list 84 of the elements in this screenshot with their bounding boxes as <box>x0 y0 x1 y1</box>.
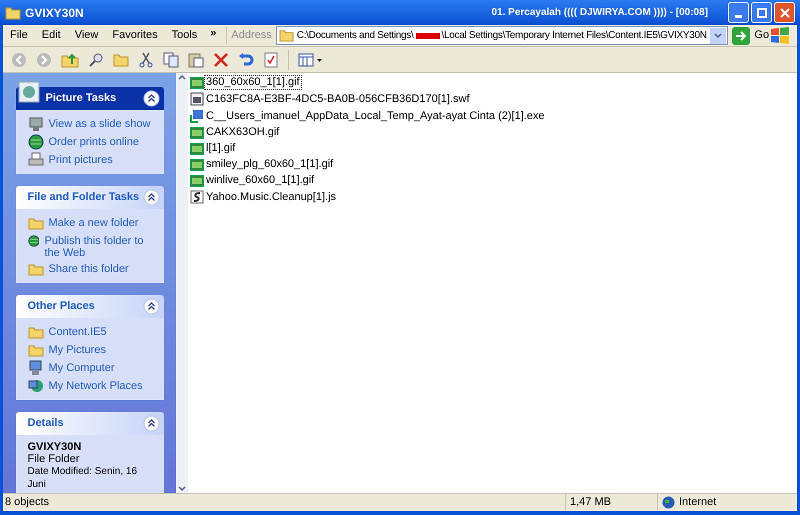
folder-icon <box>278 29 294 42</box>
dropdown-icon <box>714 33 722 38</box>
window-title: GVIXY30N <box>25 4 84 22</box>
file-name[interactable]: C__Users_imanuel_AppData_Local_Temp_Ayat-ayat Cinta (2)[1].exe <box>205 110 546 122</box>
minimize-icon <box>735 15 742 18</box>
collapse-icon[interactable] <box>142 189 160 206</box>
gif-file-icon <box>190 126 204 138</box>
now-playing-text: 01. Percayalah (((( DJWIRYA.COM )))) - [00:08] <box>491 6 708 20</box>
windows-logo-icon <box>769 26 791 46</box>
task-link[interactable]: Print pictures <box>48 152 113 166</box>
file-name[interactable]: l[1].gif <box>205 142 236 155</box>
globe-icon <box>662 496 675 509</box>
task-link[interactable]: Content.IE5 <box>48 324 107 338</box>
menu-overflow[interactable]: » <box>204 25 222 42</box>
file-name[interactable]: 360_60x60_1[1].gif <box>205 76 301 89</box>
panel-title[interactable]: File and Folder Tasks <box>28 189 140 206</box>
globe-icon <box>28 134 44 150</box>
collapse-icon[interactable] <box>142 90 160 107</box>
printer-icon <box>28 152 44 168</box>
paste-icon[interactable] <box>188 52 204 68</box>
file-name[interactable]: C163FC8A-E3BF-4DC5-BA0B-056CFB36D170[1].swf <box>205 92 471 106</box>
task-link[interactable]: My Pictures <box>48 342 106 356</box>
gif-file-icon <box>190 158 204 170</box>
cut-icon[interactable] <box>138 52 154 68</box>
collapse-icon[interactable] <box>142 415 160 432</box>
folder-icon <box>5 6 21 20</box>
undo-icon[interactable] <box>238 52 254 68</box>
zone-label: Internet <box>679 495 716 510</box>
task-link[interactable]: Make a new folder <box>48 215 138 229</box>
task-link[interactable]: Share this folder <box>48 261 129 275</box>
properties-icon[interactable] <box>263 52 279 68</box>
task-link[interactable]: My Network Places <box>48 378 143 392</box>
panel-title[interactable]: Other Places <box>28 298 95 315</box>
collapse-icon[interactable] <box>142 298 160 315</box>
details-type: File Folder <box>28 453 80 465</box>
application-icon <box>190 109 204 123</box>
panel-title[interactable]: Details <box>28 415 64 432</box>
monitor-icon <box>28 116 44 132</box>
go-button[interactable]: Go <box>732 26 770 44</box>
menu-item[interactable]: View <box>68 27 106 44</box>
menu-item[interactable]: File <box>3 27 35 44</box>
redaction-mark <box>416 32 440 38</box>
dropdown-button[interactable] <box>710 28 726 44</box>
network-icon <box>28 378 44 394</box>
panel-title[interactable]: Picture Tasks <box>46 90 116 107</box>
close-icon <box>780 8 790 18</box>
globe-icon <box>28 233 40 249</box>
address-text: C:\Documents and Settings\ <box>296 29 414 43</box>
scroll-bar[interactable] <box>176 73 188 493</box>
search-icon[interactable] <box>88 52 104 68</box>
computer-icon <box>28 360 44 376</box>
file-name[interactable]: Yahoo.Music.Cleanup[1].js <box>205 190 338 204</box>
gif-file-icon <box>190 76 204 88</box>
details-modified: Date Modified: Senin, 16 Juni <box>28 465 138 491</box>
file-name[interactable]: CAKX63OH.gif <box>205 126 280 139</box>
details-name: GVIXY30N <box>28 441 82 453</box>
object-count: 8 objects <box>4 495 50 510</box>
menu-item[interactable]: Tools <box>164 27 204 44</box>
task-link[interactable]: View as a slide show <box>48 116 150 130</box>
file-name[interactable]: smiley_plg_60x60_1[1].gif <box>205 158 334 171</box>
address-field[interactable]: C:\Documents and Settings\ \Local Settings\Temporary Internet Files\Content.IE5\GVIXY30N <box>276 26 728 45</box>
task-link[interactable]: Order prints online <box>48 134 139 148</box>
task-link[interactable]: Publish this folder to the Web <box>44 233 152 259</box>
total-size: 1,47 MB <box>565 494 657 511</box>
address-label: Address <box>226 27 272 44</box>
copy-icon[interactable] <box>163 52 179 68</box>
flash-file-icon <box>190 92 204 106</box>
maximize-icon <box>756 8 766 18</box>
address-text: \Local Settings\Temporary Internet Files\Content.IE5\GVIXY30N <box>442 29 707 43</box>
delete-icon[interactable] <box>213 52 229 68</box>
gif-file-icon <box>190 174 204 186</box>
menu-item[interactable]: Favorites <box>105 27 165 44</box>
views-icon[interactable] <box>298 52 324 68</box>
picture-icon <box>18 81 40 103</box>
maximize-button[interactable] <box>751 2 772 23</box>
gif-file-icon <box>190 142 204 154</box>
minimize-button[interactable] <box>728 2 749 23</box>
scroll-up-icon[interactable] <box>178 73 186 81</box>
close-button[interactable] <box>774 2 795 23</box>
folder-up-icon[interactable] <box>61 52 79 68</box>
menu-item[interactable]: Edit <box>34 27 68 44</box>
file-name[interactable]: winlive_60x60_1[1].gif <box>205 174 316 187</box>
task-link[interactable]: My Computer <box>48 360 115 374</box>
scroll-down-icon[interactable] <box>178 485 186 493</box>
